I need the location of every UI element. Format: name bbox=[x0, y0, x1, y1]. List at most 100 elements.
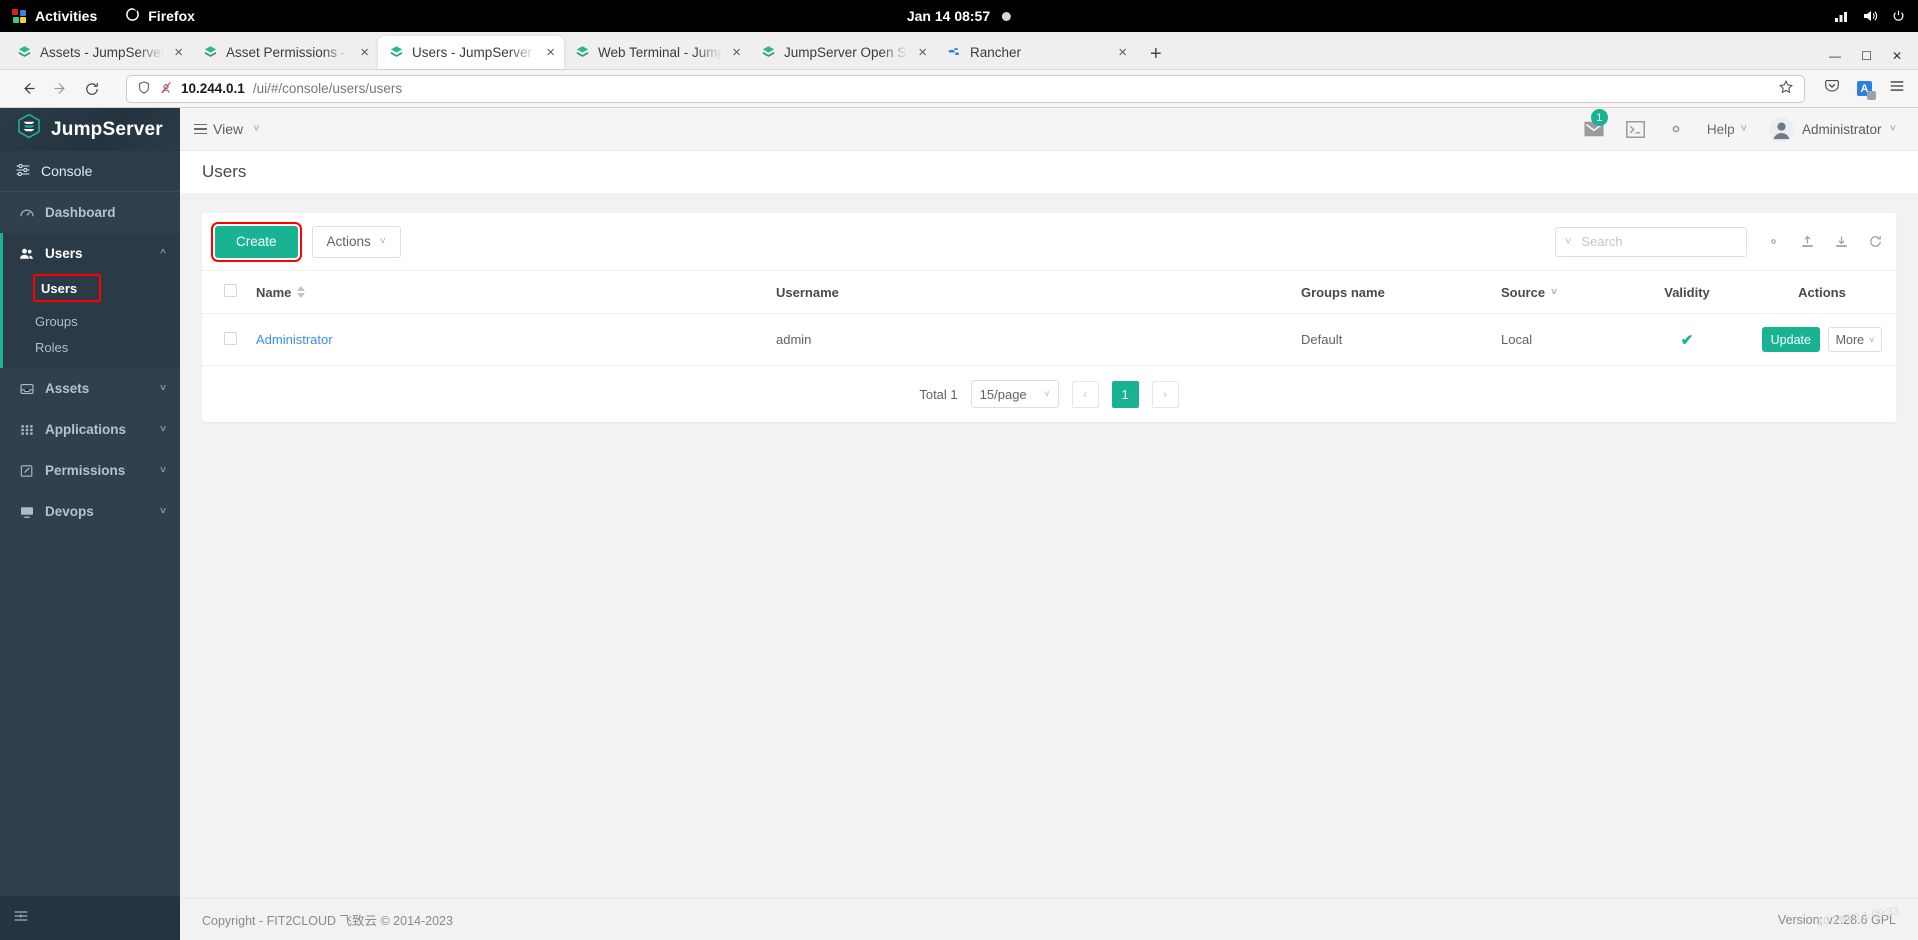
mail-icon[interactable]: 1 bbox=[1584, 109, 1608, 137]
close-icon[interactable]: × bbox=[730, 45, 743, 60]
browser-tab[interactable]: Assets - JumpServer Open × bbox=[6, 36, 192, 69]
brand-name: JumpServer bbox=[51, 118, 163, 140]
back-icon[interactable] bbox=[12, 74, 44, 104]
firefox-app-menu[interactable]: Firefox bbox=[125, 7, 195, 25]
next-page-button[interactable]: › bbox=[1151, 380, 1179, 408]
tracking-protection-off-icon[interactable] bbox=[159, 80, 173, 98]
window-close-button[interactable]: ✕ bbox=[1892, 49, 1902, 63]
sidebar-item-devops[interactable]: Devops ˅ bbox=[0, 491, 180, 532]
page-button-1[interactable]: 1 bbox=[1111, 380, 1139, 408]
close-icon[interactable]: × bbox=[544, 45, 557, 60]
close-icon[interactable]: × bbox=[916, 45, 929, 60]
os-top-bar: Activities Firefox Jan 14 08:57 bbox=[0, 0, 1918, 32]
forward-icon[interactable] bbox=[44, 74, 76, 104]
browser-tab[interactable]: Asset Permissions - Jump × bbox=[192, 36, 378, 69]
row-checkbox[interactable] bbox=[224, 331, 237, 345]
window-maximize-button[interactable]: ☐ bbox=[1861, 49, 1872, 63]
power-icon[interactable] bbox=[1891, 9, 1906, 23]
menu-icon[interactable] bbox=[1888, 77, 1906, 100]
browser-tab[interactable]: JumpServer Open Source × bbox=[750, 36, 936, 69]
sidebar-subitem-label: Roles bbox=[35, 339, 69, 355]
user-name-link[interactable]: Administrator bbox=[256, 332, 333, 347]
star-icon[interactable] bbox=[1778, 79, 1794, 99]
help-menu-button[interactable]: Help ˅ bbox=[1707, 122, 1747, 137]
import-icon[interactable] bbox=[1800, 234, 1815, 249]
browser-tab[interactable]: Rancher × bbox=[936, 36, 1136, 69]
more-dropdown-button[interactable]: More ˅ bbox=[1827, 327, 1883, 352]
sort-icon[interactable] bbox=[297, 286, 306, 298]
page-title: Users bbox=[180, 151, 1918, 193]
page-size-select[interactable]: 15/page ˅ bbox=[970, 380, 1059, 408]
cell-username: admin bbox=[776, 313, 1301, 366]
sidebar-item-assets[interactable]: Assets ˅ bbox=[0, 368, 180, 409]
window-minimize-button[interactable]: — bbox=[1829, 49, 1841, 63]
shield-icon[interactable] bbox=[137, 80, 151, 98]
activities-icon bbox=[12, 8, 27, 24]
prev-page-button[interactable]: ‹ bbox=[1071, 380, 1099, 408]
sidebar-item-label: Dashboard bbox=[45, 205, 116, 220]
reload-icon[interactable] bbox=[76, 74, 108, 104]
sidebar-item-dashboard[interactable]: Dashboard bbox=[0, 192, 180, 233]
jumpserver-icon bbox=[761, 45, 776, 60]
sidebar-item-users-roles[interactable]: Roles bbox=[0, 334, 180, 360]
jumpserver-logo-icon bbox=[16, 113, 42, 146]
update-button[interactable]: Update bbox=[1761, 327, 1820, 352]
table-row[interactable]: Administrator admin Default Local ✔ Upda… bbox=[202, 313, 1896, 366]
url-bar[interactable]: 10.244.0.1/ui/#/console/users/users bbox=[126, 74, 1805, 103]
sidebar-item-users-users[interactable]: Users bbox=[33, 274, 101, 302]
volume-icon[interactable] bbox=[1862, 9, 1878, 23]
terminal-icon[interactable] bbox=[1625, 120, 1645, 138]
view-menu-button[interactable]: View ˅ bbox=[194, 121, 260, 137]
search-input[interactable] bbox=[1581, 234, 1737, 249]
chevron-down-icon[interactable]: ˅ bbox=[1565, 236, 1571, 248]
jumpserver-icon bbox=[17, 45, 32, 60]
sidebar-console-switcher[interactable]: Console bbox=[0, 151, 180, 192]
actions-dropdown-button[interactable]: Actions ˅ bbox=[311, 225, 401, 258]
browser-tab-title: Assets - JumpServer Open bbox=[40, 45, 165, 60]
browser-tab-title: Asset Permissions - Jump bbox=[226, 45, 350, 60]
search-box[interactable]: ˅ bbox=[1555, 226, 1747, 257]
sidebar-collapse-button[interactable] bbox=[0, 896, 180, 940]
browser-tab-title: Web Terminal - JumpServ bbox=[598, 45, 723, 60]
brand-logo[interactable]: JumpServer bbox=[0, 108, 180, 151]
new-tab-button[interactable]: + bbox=[1136, 39, 1176, 69]
gear-icon[interactable] bbox=[1667, 120, 1685, 138]
column-header-source[interactable]: Source ˅ bbox=[1501, 270, 1626, 314]
column-header-actions: Actions bbox=[1748, 270, 1896, 314]
column-settings-icon[interactable] bbox=[1766, 234, 1781, 249]
jumpserver-icon bbox=[203, 45, 218, 60]
sidebar-item-users-groups[interactable]: Groups bbox=[0, 308, 180, 334]
create-button[interactable]: Create bbox=[211, 221, 302, 262]
assets-icon bbox=[18, 381, 35, 397]
close-icon[interactable]: × bbox=[172, 45, 185, 60]
copyright-label: Copyright - FIT2CLOUD 飞致云 © 2014-2023 bbox=[202, 914, 453, 928]
browser-nav-bar: 10.244.0.1/ui/#/console/users/users A bbox=[0, 70, 1918, 108]
refresh-icon[interactable] bbox=[1868, 234, 1883, 249]
chevron-down-icon: ˅ bbox=[253, 123, 260, 135]
app-topbar: View ˅ 1 Help ˅ Administrator ˅ bbox=[180, 108, 1918, 151]
pocket-icon[interactable] bbox=[1823, 77, 1841, 100]
browser-tab[interactable]: Web Terminal - JumpServ × bbox=[564, 36, 750, 69]
activities-button[interactable]: Activities bbox=[12, 8, 97, 24]
network-icon[interactable] bbox=[1833, 9, 1849, 23]
browser-tab-active[interactable]: Users - JumpServer Open × bbox=[378, 36, 564, 69]
sidebar-item-permissions[interactable]: Permissions ˅ bbox=[0, 450, 180, 491]
account-icon[interactable]: A bbox=[1857, 81, 1876, 100]
close-icon[interactable]: × bbox=[1116, 45, 1129, 60]
close-icon[interactable]: × bbox=[358, 45, 371, 60]
url-host: 10.244.0.1 bbox=[181, 81, 245, 96]
page-title-label: Users bbox=[202, 162, 247, 181]
pagination: Total 1 15/page ˅ ‹ 1 › bbox=[202, 366, 1896, 422]
sidebar-item-applications[interactable]: Applications ˅ bbox=[0, 409, 180, 450]
select-all-checkbox[interactable] bbox=[224, 284, 237, 297]
user-menu-button[interactable]: Administrator ˅ bbox=[1769, 116, 1896, 142]
chevron-down-icon: ˅ bbox=[160, 383, 166, 394]
export-icon[interactable] bbox=[1834, 234, 1849, 249]
chevron-down-icon: ˅ bbox=[1740, 123, 1748, 135]
chevron-down-icon: ˅ bbox=[379, 236, 386, 247]
column-header-name[interactable]: Name bbox=[256, 270, 776, 314]
os-clock[interactable]: Jan 14 08:57 bbox=[907, 8, 1012, 24]
sidebar-item-users[interactable]: Users ^ bbox=[0, 233, 180, 274]
chevron-down-icon[interactable]: ˅ bbox=[1551, 287, 1557, 298]
browser-tab-title: Users - JumpServer Open bbox=[412, 45, 536, 60]
